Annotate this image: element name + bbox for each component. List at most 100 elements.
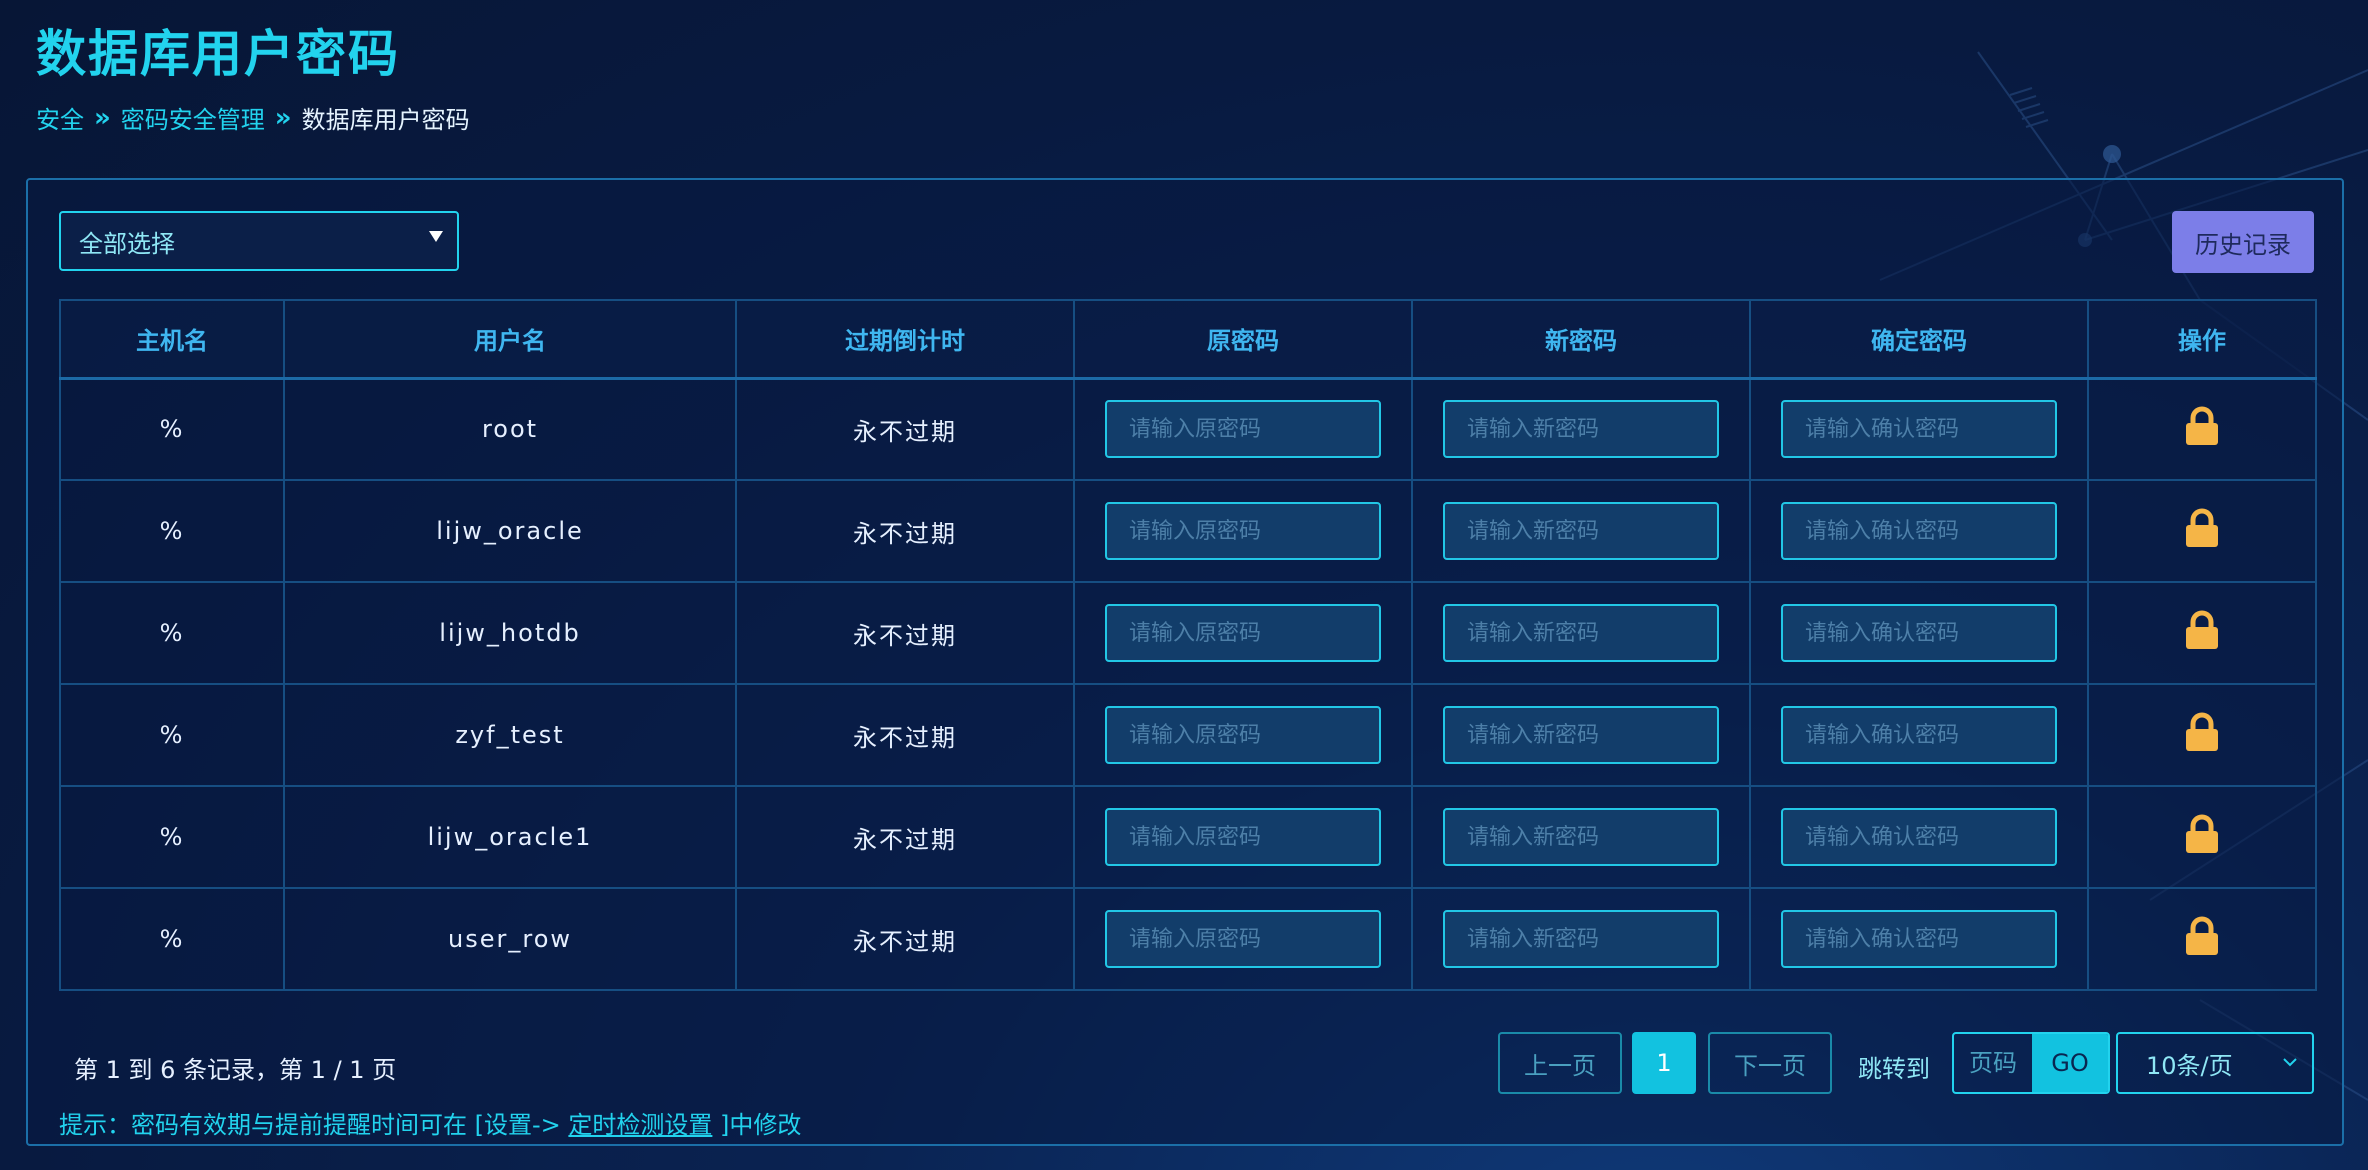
db-user-table: 主机名 用户名 过期倒计时 原密码 新密码 确定密码 操作 % root 永不过… — [59, 299, 2317, 991]
cell-expiry: 永不过期 — [735, 377, 1075, 481]
old-password-input[interactable] — [1105, 400, 1381, 459]
page-title: 数据库用户密码 — [36, 25, 400, 83]
cell-old-password — [1073, 785, 1413, 889]
jump-to-label: 跳转到 — [1858, 1055, 1930, 1083]
cell-expiry: 永不过期 — [735, 785, 1075, 889]
record-info: 第 1 到 6 条记录，第 1 / 1 页 — [74, 1056, 397, 1084]
cell-action — [2087, 785, 2317, 889]
timed-check-settings-link[interactable]: 定时检测设置 — [568, 1111, 712, 1139]
cell-user: lijw_oracle1 — [283, 785, 737, 889]
history-button[interactable]: 历史记录 — [2172, 211, 2314, 273]
cell-host: % — [59, 581, 285, 685]
cell-host: % — [59, 377, 285, 481]
old-password-input[interactable] — [1105, 706, 1381, 764]
cell-expiry: 永不过期 — [735, 581, 1075, 685]
cell-confirm-password — [1749, 785, 2089, 889]
lock-icon[interactable] — [2184, 712, 2220, 752]
cell-confirm-password — [1749, 377, 2089, 481]
new-password-input[interactable] — [1443, 808, 1719, 866]
prev-page-button[interactable]: 上一页 — [1498, 1032, 1622, 1094]
cell-old-password — [1073, 683, 1413, 787]
lock-icon[interactable] — [2184, 916, 2220, 956]
new-password-input[interactable] — [1443, 502, 1719, 560]
chevron-down-icon — [2283, 1058, 2297, 1067]
cell-action — [2087, 683, 2317, 787]
cell-new-password — [1411, 581, 1751, 685]
table-row: % root 永不过期 — [59, 377, 2317, 481]
lock-icon[interactable] — [2184, 814, 2220, 854]
header-user: 用户名 — [283, 299, 737, 380]
confirm-password-input[interactable] — [1781, 604, 2057, 662]
cell-user: root — [283, 377, 737, 481]
breadcrumb-item-password-management[interactable]: 密码安全管理 — [121, 100, 265, 135]
cell-old-password — [1073, 479, 1413, 583]
cell-user: zyf_test — [283, 683, 737, 787]
table-row: % lijw_hotdb 永不过期 — [59, 581, 2317, 685]
confirm-password-input[interactable] — [1781, 400, 2057, 459]
page-size-select[interactable]: 10条/页 — [2116, 1032, 2314, 1094]
page-number-input[interactable] — [1954, 1034, 2032, 1092]
header-action: 操作 — [2087, 299, 2317, 380]
main-panel: 全部选择 历史记录 主机名 用户名 过期倒计时 原密码 新密码 确定密码 操作 — [26, 178, 2344, 1146]
confirm-password-input[interactable] — [1781, 502, 2057, 560]
cell-new-password — [1411, 479, 1751, 583]
cell-action — [2087, 887, 2317, 991]
cell-action — [2087, 377, 2317, 481]
filter-select-value: 全部选择 — [79, 229, 175, 258]
lock-icon[interactable] — [2184, 610, 2220, 650]
old-password-input[interactable] — [1105, 808, 1381, 866]
header-new-password: 新密码 — [1411, 299, 1751, 380]
old-password-input[interactable] — [1105, 910, 1381, 968]
page-size-value: 10条/页 — [2146, 1051, 2233, 1080]
cell-old-password — [1073, 377, 1413, 481]
cell-new-password — [1411, 785, 1751, 889]
page-jump-group: GO — [1952, 1032, 2110, 1094]
lock-icon[interactable] — [2184, 406, 2220, 446]
caret-down-icon — [429, 231, 443, 242]
cell-user: user_row — [283, 887, 737, 991]
cell-host: % — [59, 479, 285, 583]
cell-user: lijw_oracle — [283, 479, 737, 583]
confirm-password-input[interactable] — [1781, 706, 2057, 764]
cell-expiry: 永不过期 — [735, 479, 1075, 583]
confirm-password-input[interactable] — [1781, 808, 2057, 866]
breadcrumb: 安全 » 密码安全管理 » 数据库用户密码 — [36, 100, 470, 135]
new-password-input[interactable] — [1443, 400, 1719, 459]
old-password-input[interactable] — [1105, 604, 1381, 662]
cell-expiry: 永不过期 — [735, 887, 1075, 991]
go-button[interactable]: GO — [2032, 1034, 2108, 1092]
cell-user: lijw_hotdb — [283, 581, 737, 685]
cell-confirm-password — [1749, 683, 2089, 787]
cell-action — [2087, 479, 2317, 583]
cell-host: % — [59, 887, 285, 991]
confirm-password-input[interactable] — [1781, 910, 2057, 968]
lock-icon[interactable] — [2184, 508, 2220, 548]
header-confirm-password: 确定密码 — [1749, 299, 2089, 380]
table-row: % lijw_oracle1 永不过期 — [59, 785, 2317, 889]
cell-confirm-password — [1749, 581, 2089, 685]
header-host: 主机名 — [59, 299, 285, 380]
cell-confirm-password — [1749, 887, 2089, 991]
cell-confirm-password — [1749, 479, 2089, 583]
cell-action — [2087, 581, 2317, 685]
next-page-button[interactable]: 下一页 — [1708, 1032, 1832, 1094]
cell-new-password — [1411, 683, 1751, 787]
cell-new-password — [1411, 887, 1751, 991]
cell-old-password — [1073, 581, 1413, 685]
old-password-input[interactable] — [1105, 502, 1381, 560]
cell-old-password — [1073, 887, 1413, 991]
table-row: % lijw_oracle 永不过期 — [59, 479, 2317, 583]
hint-prefix: 提示：密码有效期与提前提醒时间可在 [设置-> — [59, 1111, 569, 1139]
cell-expiry: 永不过期 — [735, 683, 1075, 787]
breadcrumb-item-security[interactable]: 安全 — [36, 100, 84, 135]
new-password-input[interactable] — [1443, 604, 1719, 662]
new-password-input[interactable] — [1443, 706, 1719, 764]
new-password-input[interactable] — [1443, 910, 1719, 968]
cell-host: % — [59, 683, 285, 787]
chevron-double-right-icon: » — [94, 102, 111, 133]
table-header-row: 主机名 用户名 过期倒计时 原密码 新密码 确定密码 操作 — [59, 299, 2317, 380]
page-1-button[interactable]: 1 — [1632, 1032, 1696, 1094]
header-old-password: 原密码 — [1073, 299, 1413, 380]
filter-select[interactable]: 全部选择 — [59, 211, 459, 271]
header-expiry: 过期倒计时 — [735, 299, 1075, 380]
